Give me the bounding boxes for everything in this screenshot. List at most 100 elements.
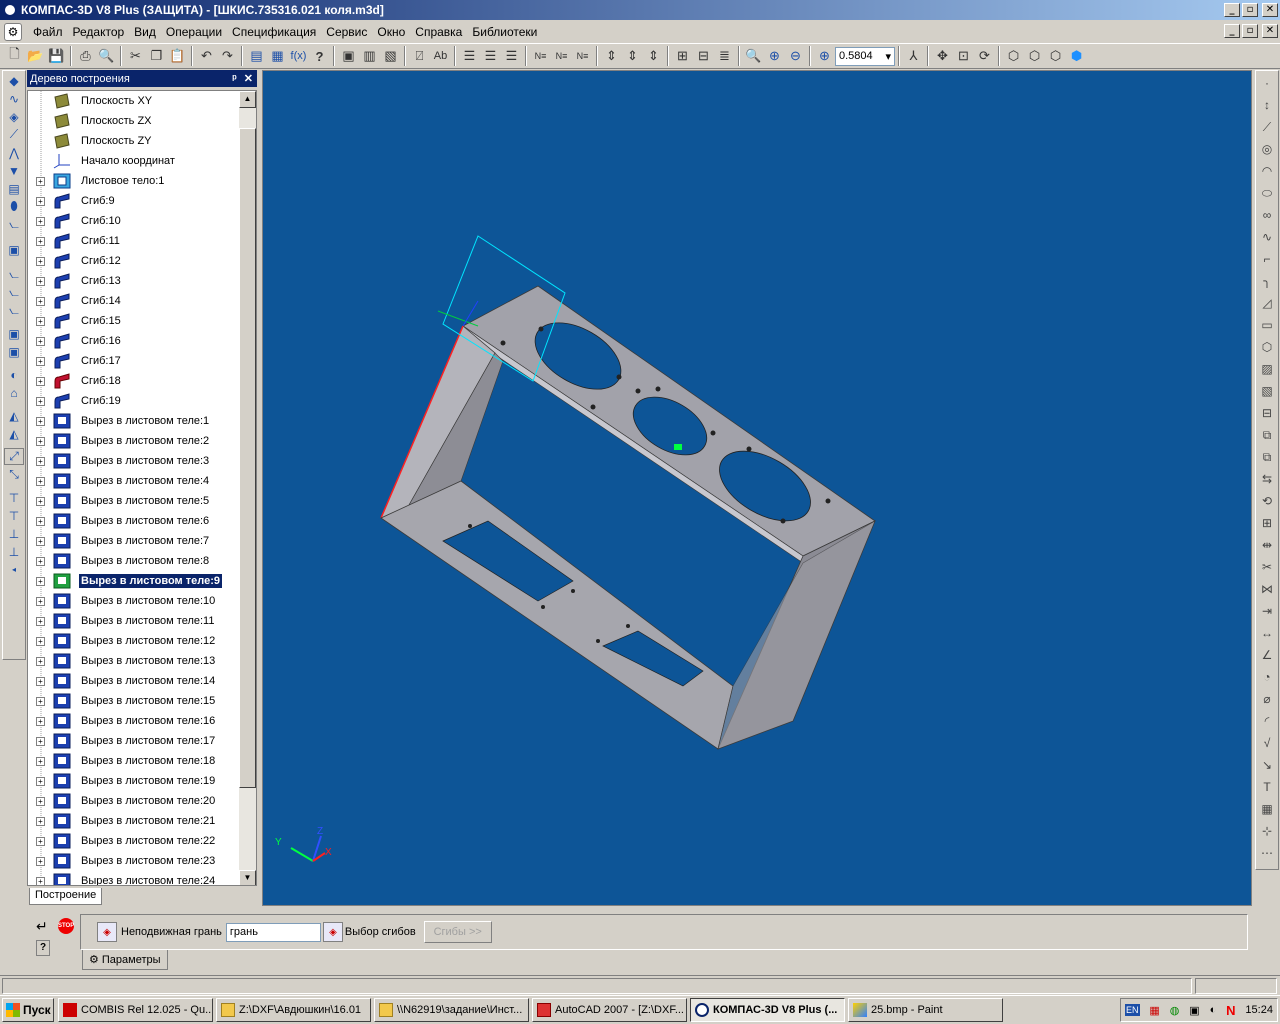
fill-icon[interactable]: ▧	[1257, 381, 1277, 401]
tree-item[interactable]: + Вырез в листовом теле:15	[28, 691, 238, 711]
sheet-metal-icon[interactable]: ⦦	[4, 216, 24, 233]
tree-item[interactable]: + Вырез в листовом теле:8	[28, 551, 238, 571]
bottom-panel[interactable]	[380, 480, 734, 750]
rotate-objects-icon[interactable]: ⟲	[1257, 491, 1277, 511]
filter-icon[interactable]: ▼	[4, 162, 24, 179]
spatial-curves-icon[interactable]: ∿	[4, 90, 24, 107]
radial-dimension-icon[interactable]: ◔	[1257, 667, 1277, 687]
task-folder-dxf[interactable]: Z:\DXF\Авдюшкин\16.01	[216, 998, 371, 1022]
reports-icon[interactable]: ⬮	[4, 198, 24, 215]
cut-tool-icon[interactable]: ▣	[4, 343, 24, 360]
zoom-scale-field[interactable]: 0.5804 ▾	[835, 46, 895, 66]
stop-icon[interactable]: STOP	[58, 918, 74, 934]
hole-tool-icon[interactable]: ▣	[4, 325, 24, 342]
build-tree-view[interactable]: Плоскость XY Плоскость ZX Плоскость ZY Нача…	[27, 90, 257, 886]
sheet-body-tool-icon[interactable]: ▣	[4, 241, 24, 258]
scroll-up-arrow-icon[interactable]: ▲	[239, 91, 256, 108]
surfaces-icon[interactable]: ◈	[4, 108, 24, 125]
display-icon[interactable]: ▣	[1189, 1004, 1199, 1017]
bend-select-icon[interactable]: ◈	[322, 922, 343, 942]
expand-plus-icon[interactable]: +	[36, 416, 45, 426]
tree-item[interactable]: + Вырез в листовом теле:21	[28, 811, 238, 831]
hatch-icon[interactable]: ▨	[1257, 359, 1277, 379]
rib-icon[interactable]: ⊤	[4, 489, 24, 506]
enter-icon[interactable]: ↵	[36, 918, 48, 935]
attributes-icon[interactable]: ▣	[338, 46, 359, 67]
tree-item[interactable]: + Вырез в листовом теле:24	[28, 871, 238, 885]
copy-objects-icon[interactable]: ⧉	[1257, 447, 1277, 467]
expand-plus-icon[interactable]: +	[36, 796, 45, 806]
circle-icon[interactable]: ◎	[1257, 139, 1277, 159]
bend-edge-icon[interactable]: ⦦	[4, 302, 24, 319]
tree-item[interactable]: + Вырез в листовом теле:13	[28, 651, 238, 671]
tree-item[interactable]: + Сгиб:10	[28, 211, 238, 231]
model-viewport[interactable]: Y Z X	[262, 70, 1252, 906]
expand-plus-icon[interactable]: +	[36, 196, 45, 206]
numbering-3-icon[interactable]: N≡	[572, 46, 593, 67]
tree-item[interactable]: Плоскость ZX	[28, 111, 238, 131]
expand-plus-icon[interactable]: +	[36, 356, 45, 366]
menu-window[interactable]: Окно	[372, 25, 410, 39]
expand-plus-icon[interactable]: +	[36, 656, 45, 666]
doc-close-button[interactable]: ✕	[1262, 24, 1278, 38]
doc-minimize-button[interactable]: _	[1224, 24, 1240, 38]
expand-plus-icon[interactable]: +	[36, 596, 45, 606]
tree-item[interactable]: + Вырез в листовом теле:6	[28, 511, 238, 531]
window-title-bar[interactable]: КОМПАС-3D V8 Plus (ЗАЩИТА) - [ШКИС.73531…	[0, 0, 1280, 20]
tree-item[interactable]: Плоскость XY	[28, 91, 238, 111]
spacing-2-icon[interactable]: ⇕	[622, 46, 643, 67]
expand-plus-icon[interactable]: +	[36, 516, 45, 526]
minimize-button[interactable]: _	[1224, 3, 1240, 17]
rectangle-icon[interactable]: ▭	[1257, 315, 1277, 335]
segment-icon[interactable]: ⟋	[1257, 117, 1277, 137]
tree-item[interactable]: + Листовое тело:1	[28, 171, 238, 191]
edit-details-icon[interactable]: ◆	[4, 72, 24, 89]
expand-plus-icon[interactable]: +	[36, 616, 45, 626]
aux-line-icon[interactable]: ↕	[1257, 95, 1277, 115]
insert-icon[interactable]: ⊟	[693, 46, 714, 67]
fixed-face-icon[interactable]: ◈	[97, 922, 117, 942]
menu-file[interactable]: Файл	[28, 25, 68, 39]
format-icon[interactable]: ≣	[714, 46, 735, 67]
louver-icon[interactable]: ◭	[4, 407, 24, 424]
expand-plus-icon[interactable]: +	[36, 836, 45, 846]
menu-help[interactable]: Справка	[410, 25, 467, 39]
open-icon[interactable]: 📂	[25, 46, 46, 67]
tree-item[interactable]: + Вырез в листовом теле:16	[28, 711, 238, 731]
pan-icon[interactable]: ✥	[932, 46, 953, 67]
tree-item[interactable]: + Вырез в листовом теле:7	[28, 531, 238, 551]
shaded-icon[interactable]: ⬢	[1066, 46, 1087, 67]
menu-libraries[interactable]: Библиотеки	[467, 25, 542, 39]
expand-plus-icon[interactable]: +	[36, 676, 45, 686]
measure-icon[interactable]: ⋀	[4, 144, 24, 161]
tree-item[interactable]: + Сгиб:11	[28, 231, 238, 251]
tree-item[interactable]: Плоскость ZY	[28, 131, 238, 151]
hidden-lines-icon[interactable]: ⬡	[1024, 46, 1045, 67]
spline-icon[interactable]: ∿	[1257, 227, 1277, 247]
expand-plus-icon[interactable]: +	[36, 216, 45, 226]
tree-item[interactable]: + Вырез в листовом теле:9	[28, 571, 238, 591]
tree-item[interactable]: + Сгиб:16	[28, 331, 238, 351]
expand-plus-icon[interactable]: +	[36, 856, 45, 866]
tree-item[interactable]: + Вырез в листовом теле:5	[28, 491, 238, 511]
menu-specification[interactable]: Спецификация	[227, 25, 321, 39]
tree-item[interactable]: + Вырез в листовом теле:1	[28, 411, 238, 431]
dimension-icon[interactable]: ↔	[1257, 623, 1277, 643]
table-icon[interactable]: ⊞	[672, 46, 693, 67]
align-center-icon[interactable]: ☰	[480, 46, 501, 67]
rib-2-icon[interactable]: ⊤	[4, 507, 24, 524]
app-n-icon[interactable]: N	[1226, 1003, 1235, 1018]
task-autocad[interactable]: AutoCAD 2007 - [Z:\DXF...	[532, 998, 687, 1022]
align-left-icon[interactable]: ☰	[459, 46, 480, 67]
task-combis[interactable]: COMBIS Rel 12.025 - Qu...	[58, 998, 213, 1022]
tab-build[interactable]: Построение	[29, 888, 103, 905]
fillet-icon[interactable]: ╮	[1257, 271, 1277, 291]
tree-item[interactable]: + Вырез в листовом теле:20	[28, 791, 238, 811]
task-paint[interactable]: 25.bmp - Paint	[848, 998, 1003, 1022]
style-icon[interactable]: ⍁	[409, 46, 430, 67]
arc-dimension-icon[interactable]: ◜	[1257, 711, 1277, 731]
axis-line-icon[interactable]: ⊹	[1257, 821, 1277, 841]
diameter-icon[interactable]: ⌀	[1257, 689, 1277, 709]
expand-plus-icon[interactable]: +	[36, 476, 45, 486]
rotate-icon[interactable]: ⟳	[974, 46, 995, 67]
